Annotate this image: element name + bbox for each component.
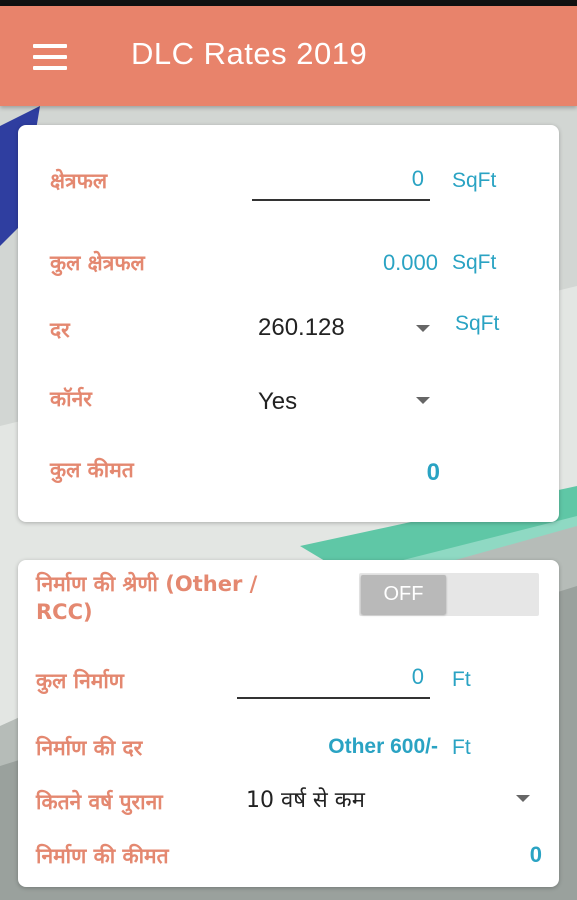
total-area-unit: SqFt [452, 251, 497, 274]
corner-dropdown[interactable]: Yes [258, 386, 438, 420]
rate-selected: 260.128 [258, 314, 345, 341]
chevron-down-icon [416, 325, 430, 332]
building-age-label: कितने वर्ष पुराना [36, 790, 163, 814]
area-label: क्षेत्रफल [50, 169, 108, 193]
building-age-selected: 10 वर्ष से कम [246, 788, 365, 813]
chevron-down-icon [416, 397, 430, 404]
app-bar: DLC Rates 2019 [0, 6, 577, 106]
toggle-state: OFF [361, 575, 446, 614]
rate-dropdown[interactable]: 260.128 [258, 312, 438, 346]
corner-label: कॉर्नर [50, 387, 92, 411]
total-price-label: कुल कीमत [50, 458, 134, 482]
total-construction-unit: Ft [452, 668, 471, 691]
total-construction-label: कुल निर्माण [36, 669, 124, 693]
total-price-value: 0 [426, 459, 440, 486]
construction-category-label: निर्माण की श्रेणी (Other / RCC) [36, 572, 258, 624]
corner-selected: Yes [258, 388, 298, 415]
area-input[interactable] [252, 165, 430, 201]
construction-price-label: निर्माण की कीमत [36, 844, 169, 868]
rate-unit: SqFt [455, 312, 500, 335]
construction-category-toggle[interactable]: OFF [359, 573, 539, 616]
chevron-down-icon [516, 795, 530, 802]
construction-rate-unit: Ft [452, 736, 471, 759]
area-unit: SqFt [452, 169, 497, 192]
total-construction-input[interactable] [237, 663, 430, 699]
construction-rate-label: निर्माण की दर [36, 736, 143, 760]
total-area-value: 0.000 [382, 250, 438, 275]
construction-price-value: 0 [529, 842, 542, 867]
hamburger-menu-icon[interactable] [33, 44, 69, 70]
building-age-dropdown[interactable]: 10 वर्ष से कम [246, 784, 536, 818]
app-title: DLC Rates 2019 [131, 36, 368, 71]
total-area-label: कुल क्षेत्रफल [50, 251, 145, 275]
construction-rate-value: Other 600/- [328, 735, 438, 758]
rate-label: दर [50, 318, 70, 342]
